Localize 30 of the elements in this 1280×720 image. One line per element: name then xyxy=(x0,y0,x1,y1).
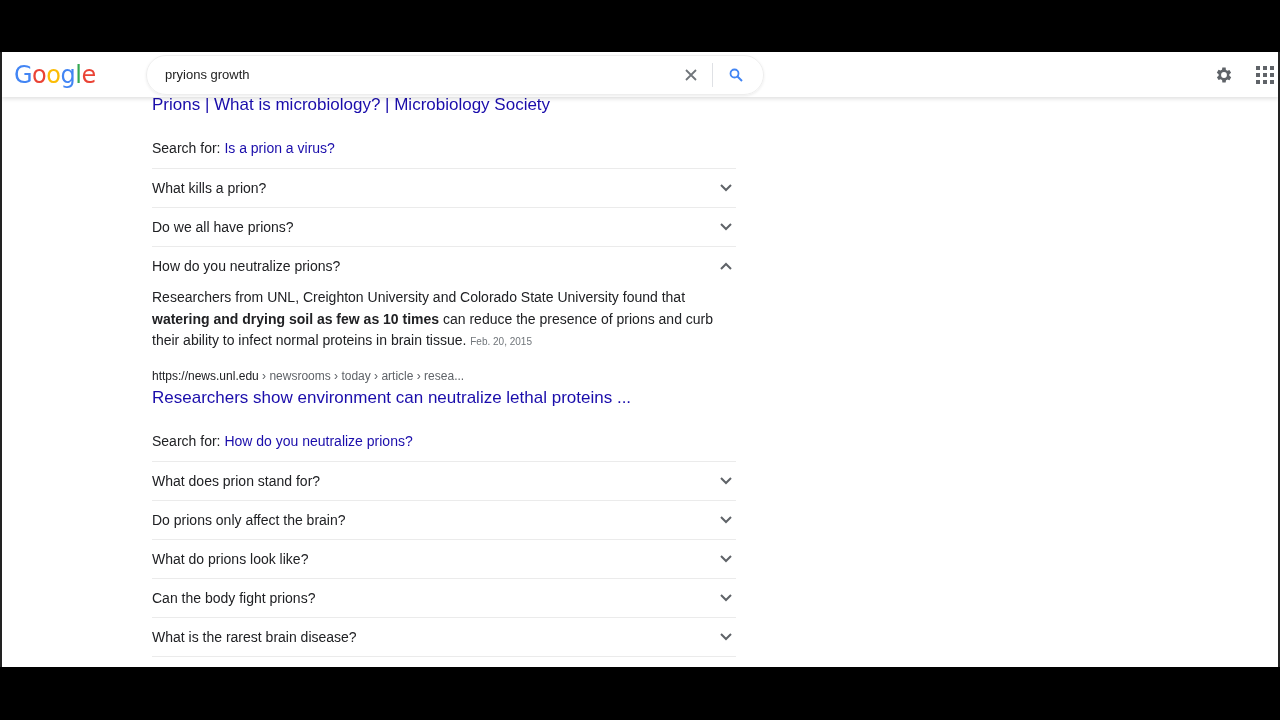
chevron-up-icon xyxy=(720,262,732,270)
result-title-link[interactable]: Prions | What is microbiology? | Microbiology Society xyxy=(152,94,736,116)
result-url: https://news.unl.edu xyxy=(152,368,259,383)
question-row[interactable]: What does prion stand for? xyxy=(152,461,736,501)
apps-icon[interactable] xyxy=(1256,65,1274,84)
close-icon[interactable] xyxy=(684,67,698,82)
search-for-link[interactable]: Is a prion a virus? xyxy=(224,140,335,156)
answer-text: Researchers from UNL, Creighton University and Colorado State University found that watering and drying soil as few as 10 times can reduce the presence of prions and curb their ability to infect normal proteins in brain tissue. Feb. 20, 2015 xyxy=(152,288,715,350)
google-logo[interactable]: Google xyxy=(14,60,134,89)
question-row[interactable]: Do we all have prions? xyxy=(152,208,736,247)
question-row[interactable]: Do prions only affect the brain? xyxy=(152,500,736,540)
chevron-down-icon xyxy=(720,593,732,602)
chevron-down-icon xyxy=(720,515,732,524)
question-row[interactable]: How do you neutralize prions? xyxy=(152,247,736,285)
question-row[interactable]: Can the body fight prions? xyxy=(152,578,736,618)
chevron-down-icon xyxy=(720,476,732,485)
chevron-down-icon xyxy=(720,223,732,231)
question-row[interactable]: What is the rarest brain disease? xyxy=(152,617,736,657)
result-title-link[interactable]: Researchers show environment can neutralize lethal proteins ... xyxy=(152,386,736,409)
search-input[interactable]: pryions growth xyxy=(163,66,684,83)
search-for-label: Search for: xyxy=(152,432,221,449)
chevron-down-icon xyxy=(720,554,732,563)
question-row[interactable]: What do prions look like? xyxy=(152,539,736,579)
chevron-down-icon xyxy=(720,184,732,192)
search-for-label: Search for: xyxy=(152,140,221,156)
url-breadcrumb: › newsrooms › today › article › resea... xyxy=(262,368,465,383)
chevron-down-icon xyxy=(720,632,732,641)
question-row[interactable]: What kills a prion? xyxy=(152,169,736,208)
search-for-link[interactable]: How do you neutralize prions? xyxy=(224,432,413,449)
search-icon[interactable] xyxy=(729,67,743,82)
